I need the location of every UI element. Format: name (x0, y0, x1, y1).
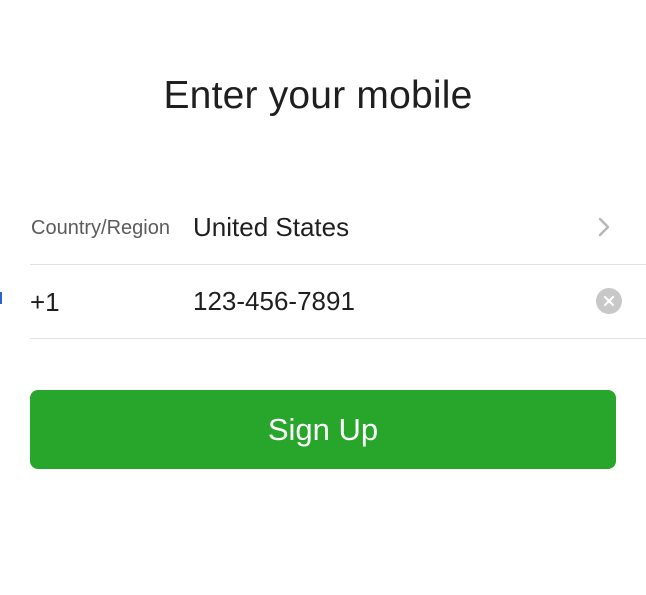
page-title: Enter your mobile (163, 74, 473, 117)
chevron-right-icon (598, 217, 610, 237)
country-region-row[interactable]: Country/Region United States (30, 190, 646, 265)
country-code[interactable]: +1 (30, 287, 60, 318)
phone-number-input[interactable] (193, 282, 573, 320)
signup-screen: Enter your mobile Country/Region United … (0, 0, 646, 595)
sign-up-button[interactable]: Sign Up (30, 390, 616, 469)
edge-marker (0, 292, 2, 304)
clear-icon[interactable] (596, 288, 622, 314)
country-region-value: United States (193, 212, 350, 242)
phone-row: +1 (30, 264, 646, 339)
country-region-label: Country/Region (31, 217, 170, 239)
